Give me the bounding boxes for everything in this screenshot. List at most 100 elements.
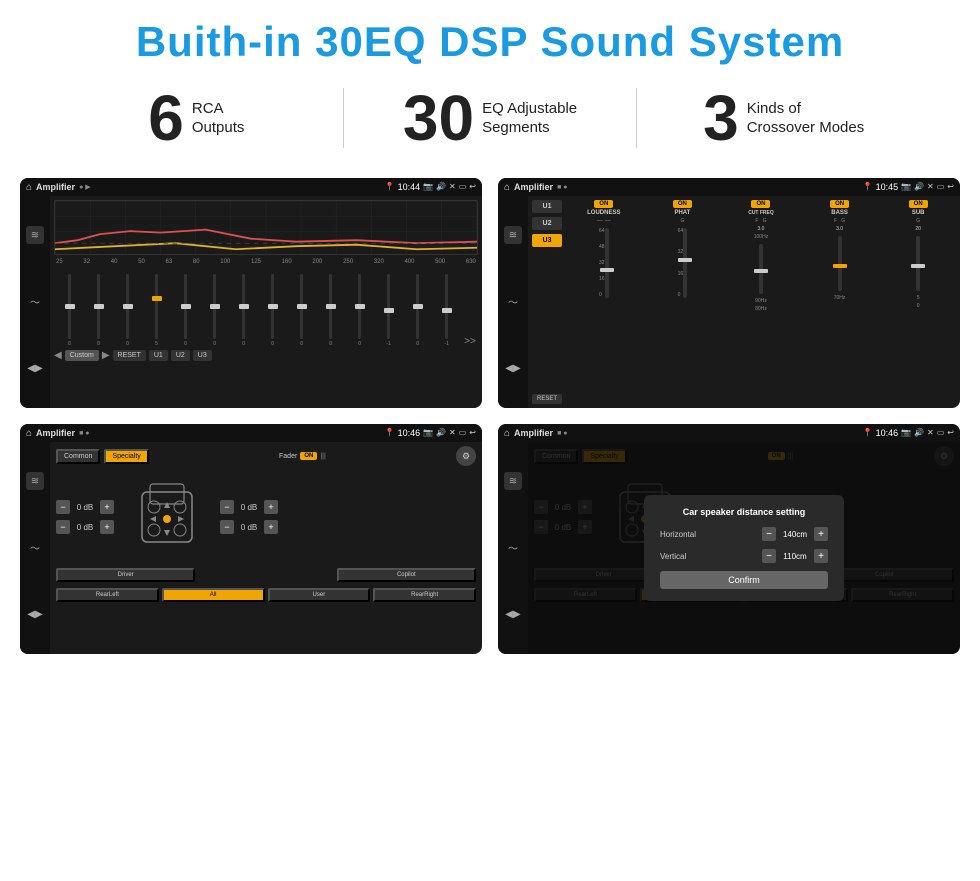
cutfreq-on-btn[interactable]: ON <box>751 200 770 208</box>
phat-label: PHAT <box>674 210 690 216</box>
eq-slider-3: 0 <box>114 274 141 347</box>
fader-sidebar-wave-icon: 〜 <box>26 539 44 557</box>
eq-slider-8: 0 <box>259 274 286 347</box>
phat-slider[interactable] <box>683 228 687 298</box>
volume-icon-4: 🔊 <box>914 428 924 438</box>
dialog-vertical-control: − 110cm + <box>762 549 828 563</box>
eq-expand-icon: >> <box>464 336 476 347</box>
sub-slider[interactable] <box>916 236 920 291</box>
back-icon-3: ↩ <box>469 428 476 438</box>
fader-tab-common[interactable]: Common <box>56 449 100 464</box>
cross-u1-btn[interactable]: U1 <box>532 200 562 213</box>
loudness-on-btn[interactable]: ON <box>594 200 613 208</box>
dialog-horizontal-minus[interactable]: − <box>762 527 776 541</box>
eq-u2-btn[interactable]: U2 <box>171 350 190 361</box>
location-icon: 📍 <box>385 182 395 192</box>
fader-left-bottom-minus[interactable]: − <box>56 520 70 534</box>
channel-sub: ON SUB G 20 5 0 <box>880 200 956 404</box>
fader-left-top-val: 0 dB <box>73 503 97 512</box>
phat-on-btn[interactable]: ON <box>673 200 692 208</box>
fader-right-top: − 0 dB + <box>220 500 278 514</box>
camera-icon: 📷 <box>423 182 433 192</box>
fader-label: Fader <box>279 453 297 460</box>
stats-row: 6 RCA Outputs 30 EQ Adjustable Segments … <box>0 76 980 168</box>
fader-user-btn[interactable]: User <box>268 588 371 602</box>
cutfreq-label: CUT FREQ <box>748 210 774 216</box>
fader-right-bottom-plus[interactable]: + <box>264 520 278 534</box>
eq-slider-10: 0 <box>317 274 344 347</box>
fader-right-top-minus[interactable]: − <box>220 500 234 514</box>
cross-sidebar-vol-icon: ◀▶ <box>504 360 522 378</box>
camera-icon-3: 📷 <box>423 428 433 438</box>
fader-driver-btn[interactable]: Driver <box>56 568 195 582</box>
eq-next-arrow[interactable]: ▶ <box>102 350 110 361</box>
dialog-horizontal-row: Horizontal − 140cm + <box>660 527 828 541</box>
stat-rca: 6 RCA Outputs <box>60 86 333 150</box>
fader-left-bottom-val: 0 dB <box>73 523 97 532</box>
bass-slider[interactable] <box>838 236 842 291</box>
dialog-vertical-plus[interactable]: + <box>814 549 828 563</box>
home-icon: ⌂ <box>26 182 32 193</box>
fader-topbar-title: Amplifier <box>36 428 75 438</box>
eq-u3-btn[interactable]: U3 <box>193 350 212 361</box>
cutfreq-slider[interactable] <box>759 244 763 294</box>
channel-cutfreq: ON CUT FREQ F G 3.0 100Hz 90Hz 80Hz <box>723 200 799 404</box>
eq-sidebar: ≋ 〜 ◀▶ <box>20 196 50 408</box>
close-icon-4: ✕ <box>927 428 934 438</box>
eq-prev-arrow[interactable]: ◀ <box>54 350 62 361</box>
sub-on-btn[interactable]: ON <box>909 200 928 208</box>
bass-on-btn[interactable]: ON <box>830 200 849 208</box>
confirm-button[interactable]: Confirm <box>660 571 828 589</box>
dialog-vertical-minus[interactable]: − <box>762 549 776 563</box>
home-icon-2: ⌂ <box>504 182 510 193</box>
stat-eq: 30 EQ Adjustable Segments <box>354 86 627 150</box>
eq-sliders: 0 0 0 5 0 <box>54 267 478 347</box>
fader-rearright-btn[interactable]: RearRight <box>373 588 476 602</box>
dialog-topbar: ⌂ Amplifier ■ ● 📍 10:46 📷 🔊 ✕ ▭ ↩ <box>498 424 960 442</box>
cross-reset-btn[interactable]: RESET <box>532 394 562 404</box>
fader-rearleft-btn[interactable]: RearLeft <box>56 588 159 602</box>
fader-bottom-btns: Driver Copilot <box>56 568 476 582</box>
fader-left-top: − 0 dB + <box>56 500 114 514</box>
dialog-main: Common Specialty ON ||| ⚙ − 0 dB <box>528 442 960 654</box>
fader-all-btn[interactable]: All <box>162 588 265 602</box>
cross-u3-btn[interactable]: U3 <box>532 234 562 247</box>
fader-settings-icon[interactable]: ⚙ <box>456 446 476 466</box>
fader-topbar-icons: 📍 10:46 📷 🔊 ✕ ▭ ↩ <box>385 428 476 438</box>
eq-sidebar-wave-icon: 〜 <box>26 293 44 311</box>
fader-left-bottom: − 0 dB + <box>56 520 114 534</box>
loudness-label: LOUDNESS <box>587 210 620 216</box>
eq-u1-btn[interactable]: U1 <box>149 350 168 361</box>
loudness-slider[interactable] <box>605 228 609 298</box>
eq-topbar: ⌂ Amplifier ● ▶ 📍 10:44 📷 🔊 ✕ ▭ ↩ <box>20 178 482 196</box>
sub-label: SUB <box>912 210 925 216</box>
bass-label: BASS <box>831 210 848 216</box>
crossover-topbar-title: Amplifier <box>514 182 553 192</box>
stat-crossover-label: Kinds of Crossover Modes <box>747 99 865 138</box>
fader-left-bottom-plus[interactable]: + <box>100 520 114 534</box>
eq-screen: ⌂ Amplifier ● ▶ 📍 10:44 📷 🔊 ✕ ▭ ↩ ≋ 〜 ◀▶ <box>20 178 482 408</box>
fader-left-top-minus[interactable]: − <box>56 500 70 514</box>
location-icon-4: 📍 <box>863 428 873 438</box>
stat-eq-label: EQ Adjustable Segments <box>482 99 577 138</box>
dialog-horizontal-plus[interactable]: + <box>814 527 828 541</box>
eq-slider-6: 0 <box>201 274 228 347</box>
fader-sidebar-eq-icon: ≋ <box>26 472 44 490</box>
eq-reset-btn[interactable]: RESET <box>113 350 146 361</box>
eq-custom-btn[interactable]: Custom <box>65 350 99 361</box>
dialog-sidebar-eq-icon: ≋ <box>504 472 522 490</box>
fader-copilot-btn[interactable]: Copilot <box>337 568 476 582</box>
volume-icon: 🔊 <box>436 182 446 192</box>
eq-slider-14: -1 <box>433 274 460 347</box>
eq-sidebar-eq-icon: ≋ <box>26 226 44 244</box>
fader-right-bottom-minus[interactable]: − <box>220 520 234 534</box>
home-icon-3: ⌂ <box>26 428 32 439</box>
fader-tab-specialty[interactable]: Specialty <box>104 449 148 464</box>
fader-left-top-plus[interactable]: + <box>100 500 114 514</box>
dialog-sidebar-wave-icon: 〜 <box>504 539 522 557</box>
fader-right-top-plus[interactable]: + <box>264 500 278 514</box>
dialog-title: Car speaker distance setting <box>660 507 828 517</box>
fader-body: − 0 dB + − 0 dB + <box>56 472 476 562</box>
cross-u2-btn[interactable]: U2 <box>532 217 562 230</box>
channel-loudness: ON LOUDNESS —— 64 48 32 16 0 <box>566 200 642 404</box>
